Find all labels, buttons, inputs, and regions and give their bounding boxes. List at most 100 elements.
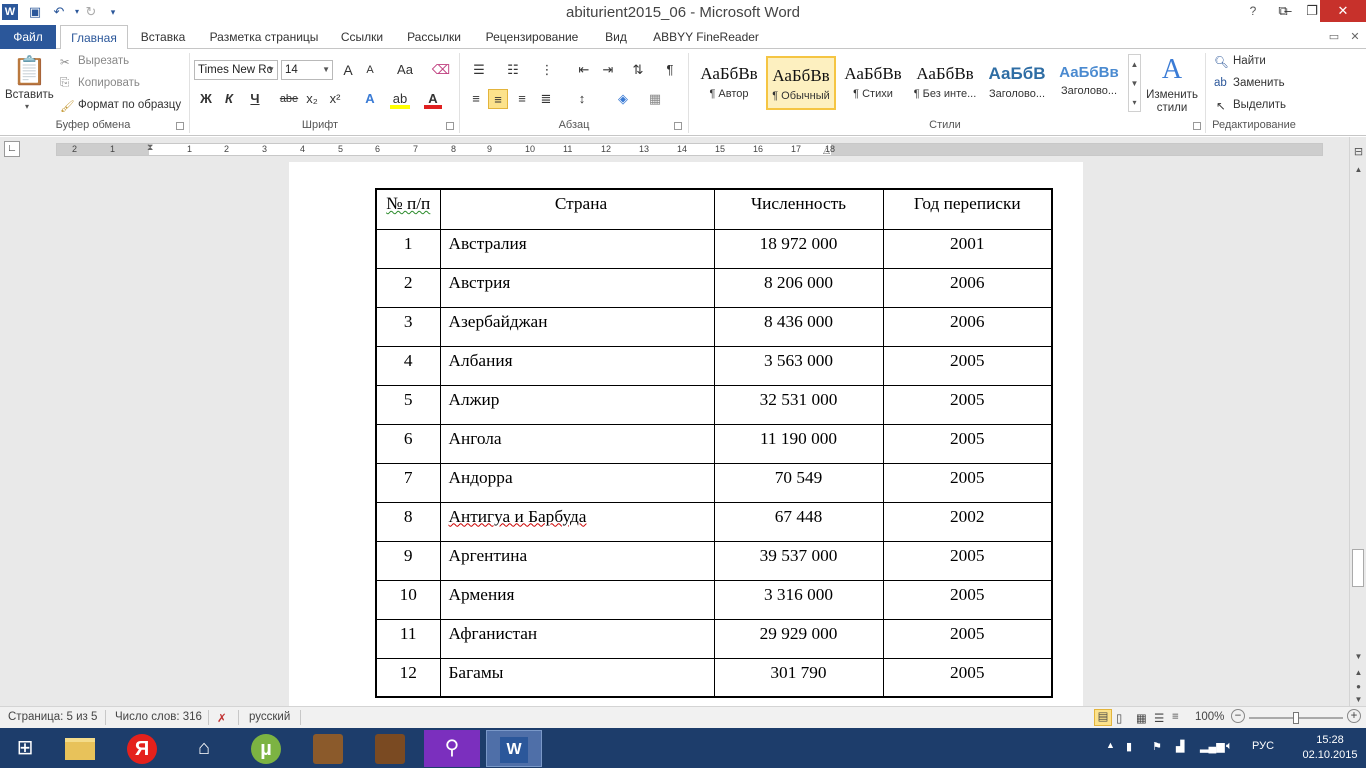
change-styles-button[interactable]: Изменить стили (1146, 89, 1198, 115)
style-author[interactable]: АаБбВв ¶ Автор (694, 56, 764, 110)
tab-references[interactable]: Ссылки (334, 25, 390, 49)
page-count[interactable]: Страница: 5 из 5 (8, 711, 97, 723)
cell-year[interactable]: 2006 (882, 306, 1053, 347)
cut-icon[interactable]: ✂ (60, 55, 70, 69)
cell-number[interactable]: 10 (375, 579, 441, 620)
cell-year[interactable]: 2005 (882, 384, 1053, 425)
zoom-in-icon[interactable]: + (1347, 709, 1361, 723)
cell-country[interactable]: Албания (439, 345, 715, 386)
increase-indent-icon[interactable]: ⇥ (598, 60, 618, 80)
paste-dropdown-icon[interactable]: ▾ (25, 102, 29, 111)
outline-icon[interactable]: ☰ (1154, 711, 1164, 725)
align-left-icon[interactable]: ≡ (466, 89, 486, 109)
utorrent-icon[interactable]: µ (238, 730, 294, 767)
cell-population[interactable]: 301 790 (713, 657, 884, 698)
cell-number[interactable]: 3 (375, 306, 441, 347)
cell-population[interactable]: 8 436 000 (713, 306, 884, 347)
highlight-color-icon[interactable]: ab (390, 89, 410, 109)
cell-population[interactable]: 67 448 (713, 501, 884, 542)
cell-year[interactable]: 2005 (882, 462, 1053, 503)
superscript-button[interactable]: x² (326, 89, 344, 109)
tab-view[interactable]: Вид (596, 25, 636, 49)
clock[interactable]: 15:28 02.10.2015 (1300, 733, 1360, 763)
tab-insert[interactable]: Вставка (134, 25, 192, 49)
cell-year[interactable]: 2002 (882, 501, 1053, 542)
zoom-level[interactable]: 100% (1195, 711, 1224, 723)
volume-icon[interactable]: 🔈︎ (1226, 740, 1233, 753)
cell-country[interactable]: Аргентина (439, 540, 715, 581)
select-icon[interactable]: ↖ (1216, 99, 1226, 113)
ruler-toggle-icon[interactable]: ⊟ (1350, 145, 1366, 159)
cell-year[interactable]: 2001 (882, 228, 1053, 269)
cell-population[interactable]: 3 563 000 (713, 345, 884, 386)
cell-year[interactable]: 2005 (882, 657, 1053, 698)
font-name-combo[interactable]: Times New Rc ▼ (194, 60, 278, 80)
cell-number[interactable]: 7 (375, 462, 441, 503)
find-icon[interactable]: 🔍︎ (1214, 55, 1229, 69)
next-page-icon[interactable]: ▼ (1350, 693, 1366, 707)
style-no-spacing[interactable]: АаБбВв ¶ Без инте... (910, 56, 980, 110)
italic-button[interactable]: К (220, 89, 238, 109)
clear-formatting-icon[interactable]: ⌫ (430, 60, 452, 80)
cell-country[interactable]: Азербайджан (439, 306, 715, 347)
cell-number[interactable]: 6 (375, 423, 441, 464)
style-heading-1[interactable]: АаБбВ Заголово... (982, 56, 1052, 110)
cell-number[interactable]: 5 (375, 384, 441, 425)
language-indicator[interactable]: русский (249, 711, 290, 723)
cell-number[interactable]: 11 (375, 618, 441, 659)
bold-button[interactable]: Ж (197, 89, 215, 109)
file-explorer-icon[interactable] (52, 730, 108, 767)
format-painter-button[interactable]: Формат по образцу (78, 99, 181, 111)
replace-button[interactable]: Заменить (1233, 77, 1285, 89)
shrink-font-button[interactable]: A (361, 60, 379, 80)
cell-number[interactable]: 12 (375, 657, 441, 698)
cell-number[interactable]: 8 (375, 501, 441, 542)
cell-country[interactable]: Австрия (439, 267, 715, 308)
shading-icon[interactable]: ◈ (611, 89, 635, 109)
cell-country[interactable]: Армения (439, 579, 715, 620)
copy-button[interactable]: Копировать (78, 77, 140, 89)
minimize-ribbon-icon[interactable]: ▭ (1325, 28, 1343, 46)
input-language[interactable]: РУС (1252, 740, 1274, 752)
cell-population[interactable]: 29 929 000 (713, 618, 884, 659)
decrease-indent-icon[interactable]: ⇤ (574, 60, 594, 80)
styles-launcher-icon[interactable] (1193, 122, 1201, 130)
tab-abbyy[interactable]: ABBYY FineReader 12 (646, 25, 766, 68)
vertical-scrollbar[interactable]: ⊟ ▲ ▼ ▲ ● ▼ (1349, 137, 1366, 706)
yandex-browser-icon[interactable]: Я (114, 730, 170, 767)
cell-number[interactable]: 2 (375, 267, 441, 308)
font-launcher-icon[interactable] (446, 122, 454, 130)
justify-icon[interactable]: ≣ (536, 89, 556, 109)
replace-icon[interactable]: ab (1214, 77, 1227, 89)
tab-file[interactable]: Файл (0, 25, 56, 49)
tray-app-icon[interactable]: ▮ (1126, 740, 1132, 753)
close-document-icon[interactable]: ✕ (1346, 28, 1364, 46)
style-poems[interactable]: АаБбВв ¶ Стихи (838, 56, 908, 110)
tray-overflow-icon[interactable]: ▲ (1106, 740, 1115, 750)
start-button-icon[interactable]: ⊞ (0, 730, 50, 767)
scroll-down-icon[interactable]: ▼ (1350, 650, 1366, 664)
paragraph-launcher-icon[interactable] (674, 122, 682, 130)
multilevel-list-icon[interactable]: ⋮ (535, 60, 559, 80)
tab-selector-icon[interactable]: ∟ (4, 141, 20, 157)
cell-country[interactable]: Афганистан (439, 618, 715, 659)
change-styles-icon[interactable]: A (1156, 53, 1188, 87)
word-count[interactable]: Число слов: 316 (115, 711, 202, 723)
style-heading-2[interactable]: АаБбВв Заголово... (1054, 56, 1124, 110)
subscript-button[interactable]: x₂ (303, 89, 321, 109)
previous-page-icon[interactable]: ▲ (1350, 666, 1366, 680)
horizontal-ruler[interactable]: ⧗ △ 2 1 1 2 3 4 5 6 7 8 9 10 11 12 13 14… (56, 142, 1323, 156)
document-page[interactable]: № п/п Страна Численность Год переписки 1… (289, 162, 1083, 706)
tab-review[interactable]: Рецензирование (478, 25, 586, 49)
cell-population[interactable]: 32 531 000 (713, 384, 884, 425)
text-effects-icon[interactable]: A (360, 89, 380, 109)
cell-population[interactable]: 18 972 000 (713, 228, 884, 269)
draft-icon[interactable]: ≡ (1172, 711, 1179, 723)
cell-country[interactable]: Андорра (439, 462, 715, 503)
styles-scroll-icon[interactable]: ▲ ▼ ▾ (1128, 54, 1141, 112)
home-icon[interactable]: ⌂ (176, 730, 232, 767)
zoom-out-icon[interactable]: − (1231, 709, 1245, 723)
action-center-icon[interactable]: ⚑ (1152, 740, 1162, 753)
scroll-up-icon[interactable]: ▲ (1350, 163, 1366, 177)
font-size-combo[interactable]: 14 ▼ (281, 60, 333, 80)
